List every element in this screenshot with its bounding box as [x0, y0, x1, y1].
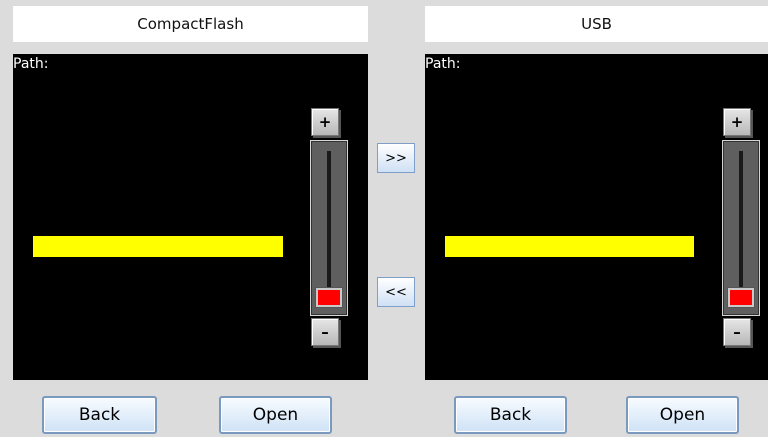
left-back-button[interactable]: Back [42, 396, 157, 434]
right-back-label: Back [489, 405, 532, 425]
left-path-label: Path: [13, 56, 49, 72]
left-scrollbar-thumb[interactable] [316, 288, 342, 307]
right-selection-highlight[interactable] [445, 236, 694, 257]
copy-to-usb-label: >> [385, 150, 407, 166]
copy-to-compactflash-button[interactable]: << [377, 277, 415, 307]
left-scrollbar-track[interactable] [310, 140, 348, 316]
left-scrollbar-groove [327, 151, 331, 307]
right-panel-title-text: USB [581, 15, 612, 33]
left-panel-title-text: CompactFlash [137, 15, 244, 33]
left-scroll-down-button[interactable]: – [311, 318, 339, 346]
left-selection-highlight[interactable] [33, 236, 283, 257]
right-open-button[interactable]: Open [626, 396, 739, 434]
copy-to-compactflash-label: << [385, 284, 407, 300]
right-scroll-up-button[interactable]: + [723, 108, 751, 136]
left-file-list[interactable]: Path: + – [13, 54, 368, 380]
left-panel-title: CompactFlash [13, 6, 368, 42]
right-file-list[interactable]: Path: + – [425, 54, 768, 380]
left-back-label: Back [78, 405, 121, 425]
right-scrollbar-groove [739, 151, 743, 307]
right-panel-title: USB [425, 6, 768, 42]
right-path-label: Path: [425, 56, 461, 72]
right-scroll-down-icon: – [733, 323, 741, 341]
left-scroll-down-icon: – [321, 323, 329, 341]
right-scroll-down-button[interactable]: – [723, 318, 751, 346]
copy-to-usb-button[interactable]: >> [377, 143, 415, 173]
left-scroll-up-button[interactable]: + [311, 108, 339, 136]
right-scrollbar-track[interactable] [722, 140, 760, 316]
right-scrollbar-thumb[interactable] [728, 288, 754, 307]
right-scroll-up-icon: + [730, 113, 744, 131]
left-scroll-up-icon: + [318, 113, 332, 131]
left-open-label: Open [252, 405, 299, 425]
left-open-button[interactable]: Open [219, 396, 332, 434]
right-back-button[interactable]: Back [454, 396, 567, 434]
right-open-label: Open [659, 405, 706, 425]
